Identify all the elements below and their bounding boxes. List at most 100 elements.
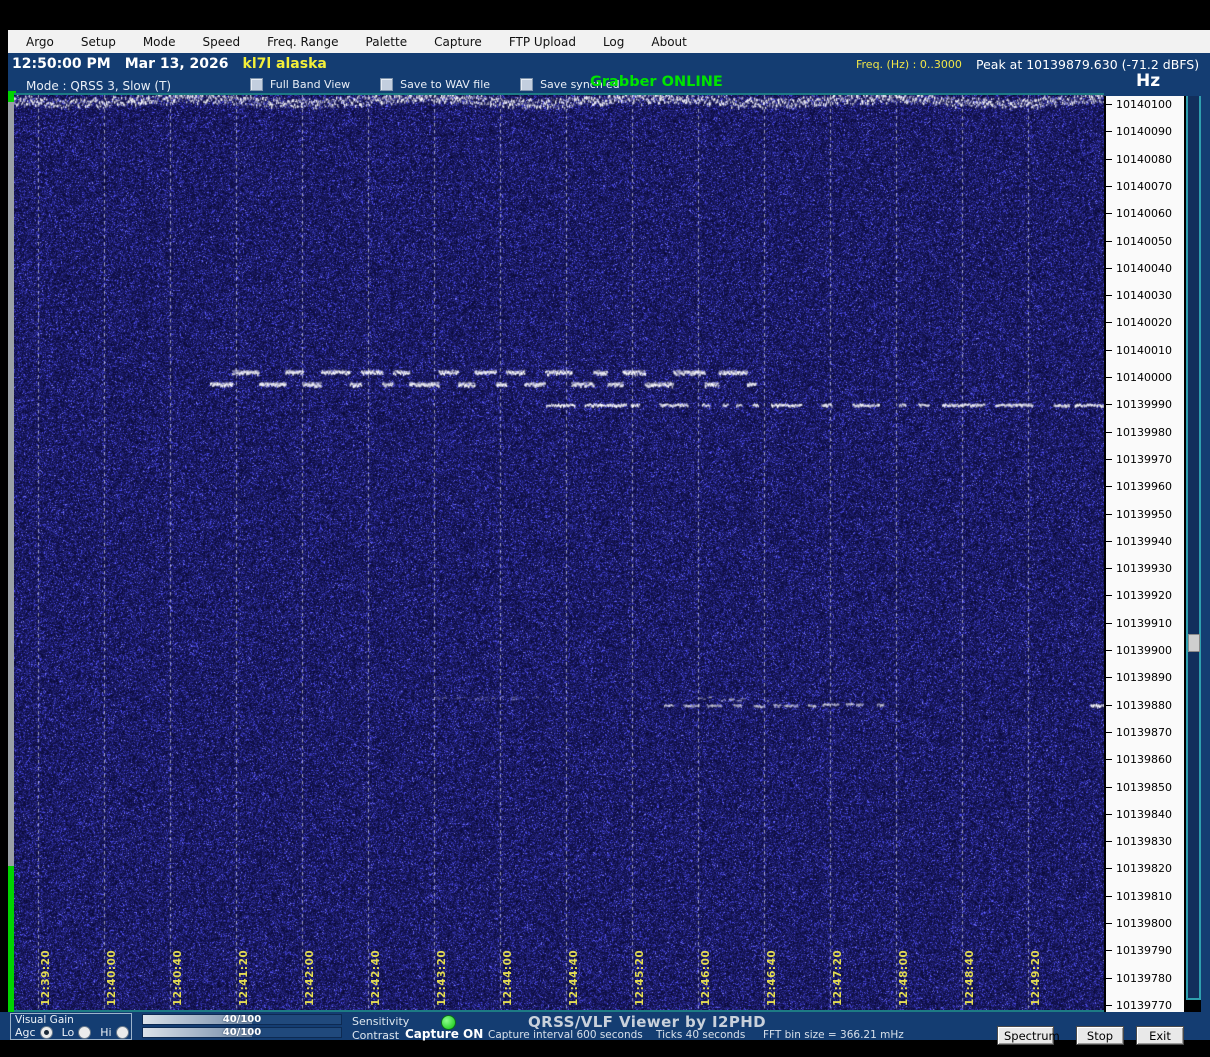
freq-tick-label: 10140020 xyxy=(1116,316,1172,330)
tick-mark-icon xyxy=(1106,868,1112,870)
checkbox-save-to-wav-file[interactable]: Save to WAV file xyxy=(380,78,490,91)
sensitivity-slider[interactable]: 40/100 xyxy=(142,1014,342,1025)
menu-item-log[interactable]: Log xyxy=(603,35,624,49)
freq-tick: 10140020 xyxy=(1106,316,1172,329)
time-tick-label: 12:44:00 xyxy=(502,949,514,1006)
tick-mark-icon xyxy=(1106,458,1112,460)
tick-mark-icon xyxy=(1106,568,1112,570)
freq-tick: 10139890 xyxy=(1106,671,1172,684)
argo-window: { "menu": { "items": ["Argo","Setup","Mo… xyxy=(0,0,1210,1057)
radio-circle-icon[interactable] xyxy=(39,1026,53,1039)
freq-tick-label: 10139870 xyxy=(1116,725,1172,739)
tick-mark-icon xyxy=(1106,540,1112,542)
freq-tick: 10139830 xyxy=(1106,835,1172,848)
checkbox-box-icon[interactable] xyxy=(520,78,534,91)
tick-mark-icon xyxy=(1106,950,1112,952)
freq-tick: 10139850 xyxy=(1106,781,1172,794)
tick-mark-icon xyxy=(1106,786,1112,788)
freq-tick: 10139910 xyxy=(1106,617,1172,630)
tick-mark-icon xyxy=(1106,322,1112,324)
freq-tick: 10140040 xyxy=(1106,262,1172,275)
freq-tick-label: 10140060 xyxy=(1116,207,1172,221)
header-bar: 12:50:00 PM Mar 13, 2026 kl7l alaska Fre… xyxy=(8,53,1210,96)
tick-mark-icon xyxy=(1106,677,1112,679)
checkbox-box-icon[interactable] xyxy=(250,78,263,91)
menu-item-speed[interactable]: Speed xyxy=(203,35,241,49)
checkbox-full-band-view[interactable]: Full Band View xyxy=(250,78,350,91)
radio-label: Lo xyxy=(61,1026,75,1039)
freq-tick-label: 10139950 xyxy=(1116,507,1172,521)
freq-tick-label: 10139980 xyxy=(1116,425,1172,439)
tick-mark-icon xyxy=(1106,295,1112,297)
freq-tick: 10139950 xyxy=(1106,508,1172,521)
freq-tick: 10140060 xyxy=(1106,207,1172,220)
freq-range-readout: Freq. (Hz) : 0..3000 xyxy=(856,58,962,71)
freq-tick: 10139820 xyxy=(1106,862,1172,875)
exit-button[interactable]: Exit xyxy=(1136,1026,1184,1045)
contrast-slider[interactable]: 40/100 xyxy=(142,1027,342,1038)
radio-circle-icon[interactable] xyxy=(115,1026,129,1039)
freq-tick-label: 10139790 xyxy=(1116,944,1172,958)
mode-readout: Mode : QRSS 3, Slow (T) xyxy=(26,79,172,93)
freq-tick: 10139780 xyxy=(1106,972,1172,985)
time-tick-label: 12:47:20 xyxy=(832,949,844,1006)
radio-label: Hi xyxy=(100,1026,112,1039)
frequency-scale: 10140100 10140090 10140080 10140070 10140060… xyxy=(1106,96,1184,1012)
freq-tick-label: 10139810 xyxy=(1116,889,1172,903)
freq-tick-label: 10139970 xyxy=(1116,452,1172,466)
menu-item-mode[interactable]: Mode xyxy=(143,35,176,49)
freq-tick: 10139900 xyxy=(1106,644,1172,657)
radio-lo[interactable]: Lo xyxy=(62,1026,92,1039)
menu-item-about[interactable]: About xyxy=(651,35,686,49)
tick-mark-icon xyxy=(1106,1004,1112,1006)
menu-item-palette[interactable]: Palette xyxy=(366,35,408,49)
freq-tick: 10140050 xyxy=(1106,235,1172,248)
tick-mark-icon xyxy=(1106,895,1112,897)
menu-item-ftp-upload[interactable]: FTP Upload xyxy=(509,35,576,49)
stop-button[interactable]: Stop xyxy=(1076,1026,1124,1045)
freq-tick: 10140010 xyxy=(1106,344,1172,357)
frequency-scrollbar[interactable] xyxy=(1186,96,1201,1000)
tick-mark-icon xyxy=(1106,377,1112,378)
checkbox-label: Full Band View xyxy=(270,78,351,91)
radio-hi[interactable]: Hi xyxy=(100,1026,129,1039)
station-callsign: kl7l alaska xyxy=(242,56,327,72)
spectrum-button[interactable]: Spectrum xyxy=(997,1026,1060,1045)
freq-tick-label: 10139890 xyxy=(1116,671,1172,685)
freq-tick: 10140080 xyxy=(1106,153,1172,166)
menu-item-setup[interactable]: Setup xyxy=(81,35,116,49)
checkbox-box-icon[interactable] xyxy=(380,78,394,91)
sensitivity-value: 40/100 xyxy=(222,1014,262,1025)
radio-agc[interactable]: Agc xyxy=(15,1026,53,1039)
visual-gain-radios: Agc Lo Hi xyxy=(15,1026,129,1039)
freq-tick-label: 10139840 xyxy=(1116,807,1172,821)
checkbox-group: Full Band View Save to WAV file Save synch… xyxy=(250,78,620,91)
tick-mark-icon xyxy=(1106,349,1112,351)
freq-tick-label: 10139800 xyxy=(1116,917,1172,930)
waterfall-area: 12:39:20 12:40:00 12:40:40 12:41:20 12:42:00… xyxy=(14,93,1104,1012)
time-tick-label: 12:40:00 xyxy=(106,949,118,1006)
freq-tick-label: 10139940 xyxy=(1116,534,1172,548)
freq-tick: 10139860 xyxy=(1106,753,1172,766)
time-tick-label: 12:46:40 xyxy=(766,949,778,1006)
visual-gain-title: Visual Gain xyxy=(15,1014,74,1026)
tick-mark-icon xyxy=(1106,595,1112,597)
freq-tick-label: 10140070 xyxy=(1116,179,1172,193)
radio-circle-icon[interactable] xyxy=(78,1026,92,1039)
scrollbar-thumb[interactable] xyxy=(1188,634,1200,652)
freq-tick: 10139840 xyxy=(1106,808,1172,821)
freq-tick: 10139960 xyxy=(1106,480,1172,493)
tick-mark-icon xyxy=(1106,731,1112,733)
capture-status: Capture ON xyxy=(405,1027,484,1041)
tick-mark-icon xyxy=(1106,486,1112,488)
fft-info: FFT bin size = 366.21 mHz xyxy=(763,1029,904,1041)
freq-tick: 10139770 xyxy=(1106,999,1172,1012)
menu-item-capture[interactable]: Capture xyxy=(434,35,482,49)
menu-item-freq-range[interactable]: Freq. Range xyxy=(267,35,338,49)
menu-item-argo[interactable]: Argo xyxy=(26,35,54,49)
freq-tick-label: 10140090 xyxy=(1116,125,1172,139)
freq-tick-label: 10140100 xyxy=(1116,98,1172,111)
tick-mark-icon xyxy=(1106,622,1112,624)
freq-tick: 10140030 xyxy=(1106,289,1172,302)
waterfall-canvas[interactable] xyxy=(14,95,1104,1010)
